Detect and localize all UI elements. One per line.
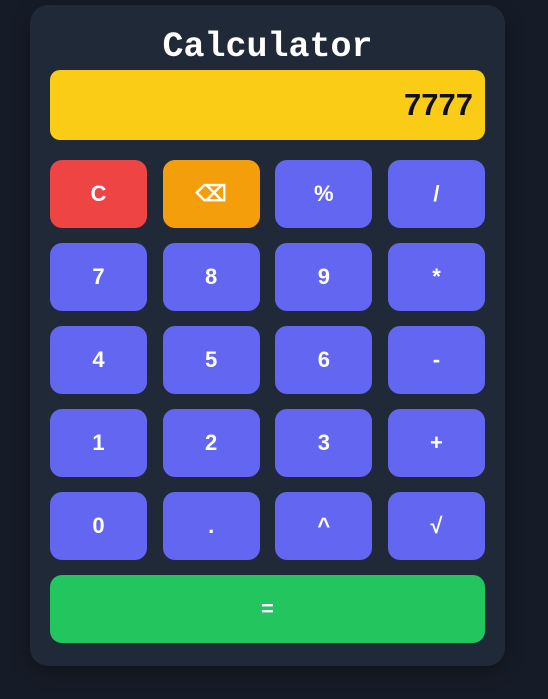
divide-button[interactable]: / [387, 160, 485, 228]
digit-0-button[interactable]: 0 [50, 492, 147, 560]
subtract-button[interactable]: - [387, 326, 485, 394]
multiply-button[interactable]: * [387, 243, 485, 311]
keypad: C ⌫ % / 7 8 9 * 4 5 6 - 1 2 3 + 0 . ^ √ … [50, 160, 485, 643]
backspace-button[interactable]: ⌫ [162, 160, 260, 228]
power-button[interactable]: ^ [275, 492, 373, 560]
digit-8-button[interactable]: 8 [162, 243, 260, 311]
result-display: 7777 [50, 70, 485, 140]
digit-2-button[interactable]: 2 [162, 409, 260, 477]
clear-button[interactable]: C [50, 160, 147, 228]
add-button[interactable]: + [387, 409, 485, 477]
digit-5-button[interactable]: 5 [162, 326, 260, 394]
digit-7-button[interactable]: 7 [50, 243, 147, 311]
page-title: Calculator [162, 27, 373, 67]
digit-1-button[interactable]: 1 [50, 409, 147, 477]
calculator-panel: Calculator 7777 C ⌫ % / 7 8 9 * 4 5 6 - … [30, 5, 505, 666]
digit-9-button[interactable]: 9 [275, 243, 373, 311]
equals-button[interactable]: = [50, 575, 485, 643]
digit-4-button[interactable]: 4 [50, 326, 147, 394]
decimal-button[interactable]: . [162, 492, 260, 560]
sqrt-button[interactable]: √ [387, 492, 485, 560]
digit-6-button[interactable]: 6 [275, 326, 373, 394]
percent-button[interactable]: % [275, 160, 373, 228]
digit-3-button[interactable]: 3 [275, 409, 373, 477]
display-value: 7777 [404, 87, 473, 122]
